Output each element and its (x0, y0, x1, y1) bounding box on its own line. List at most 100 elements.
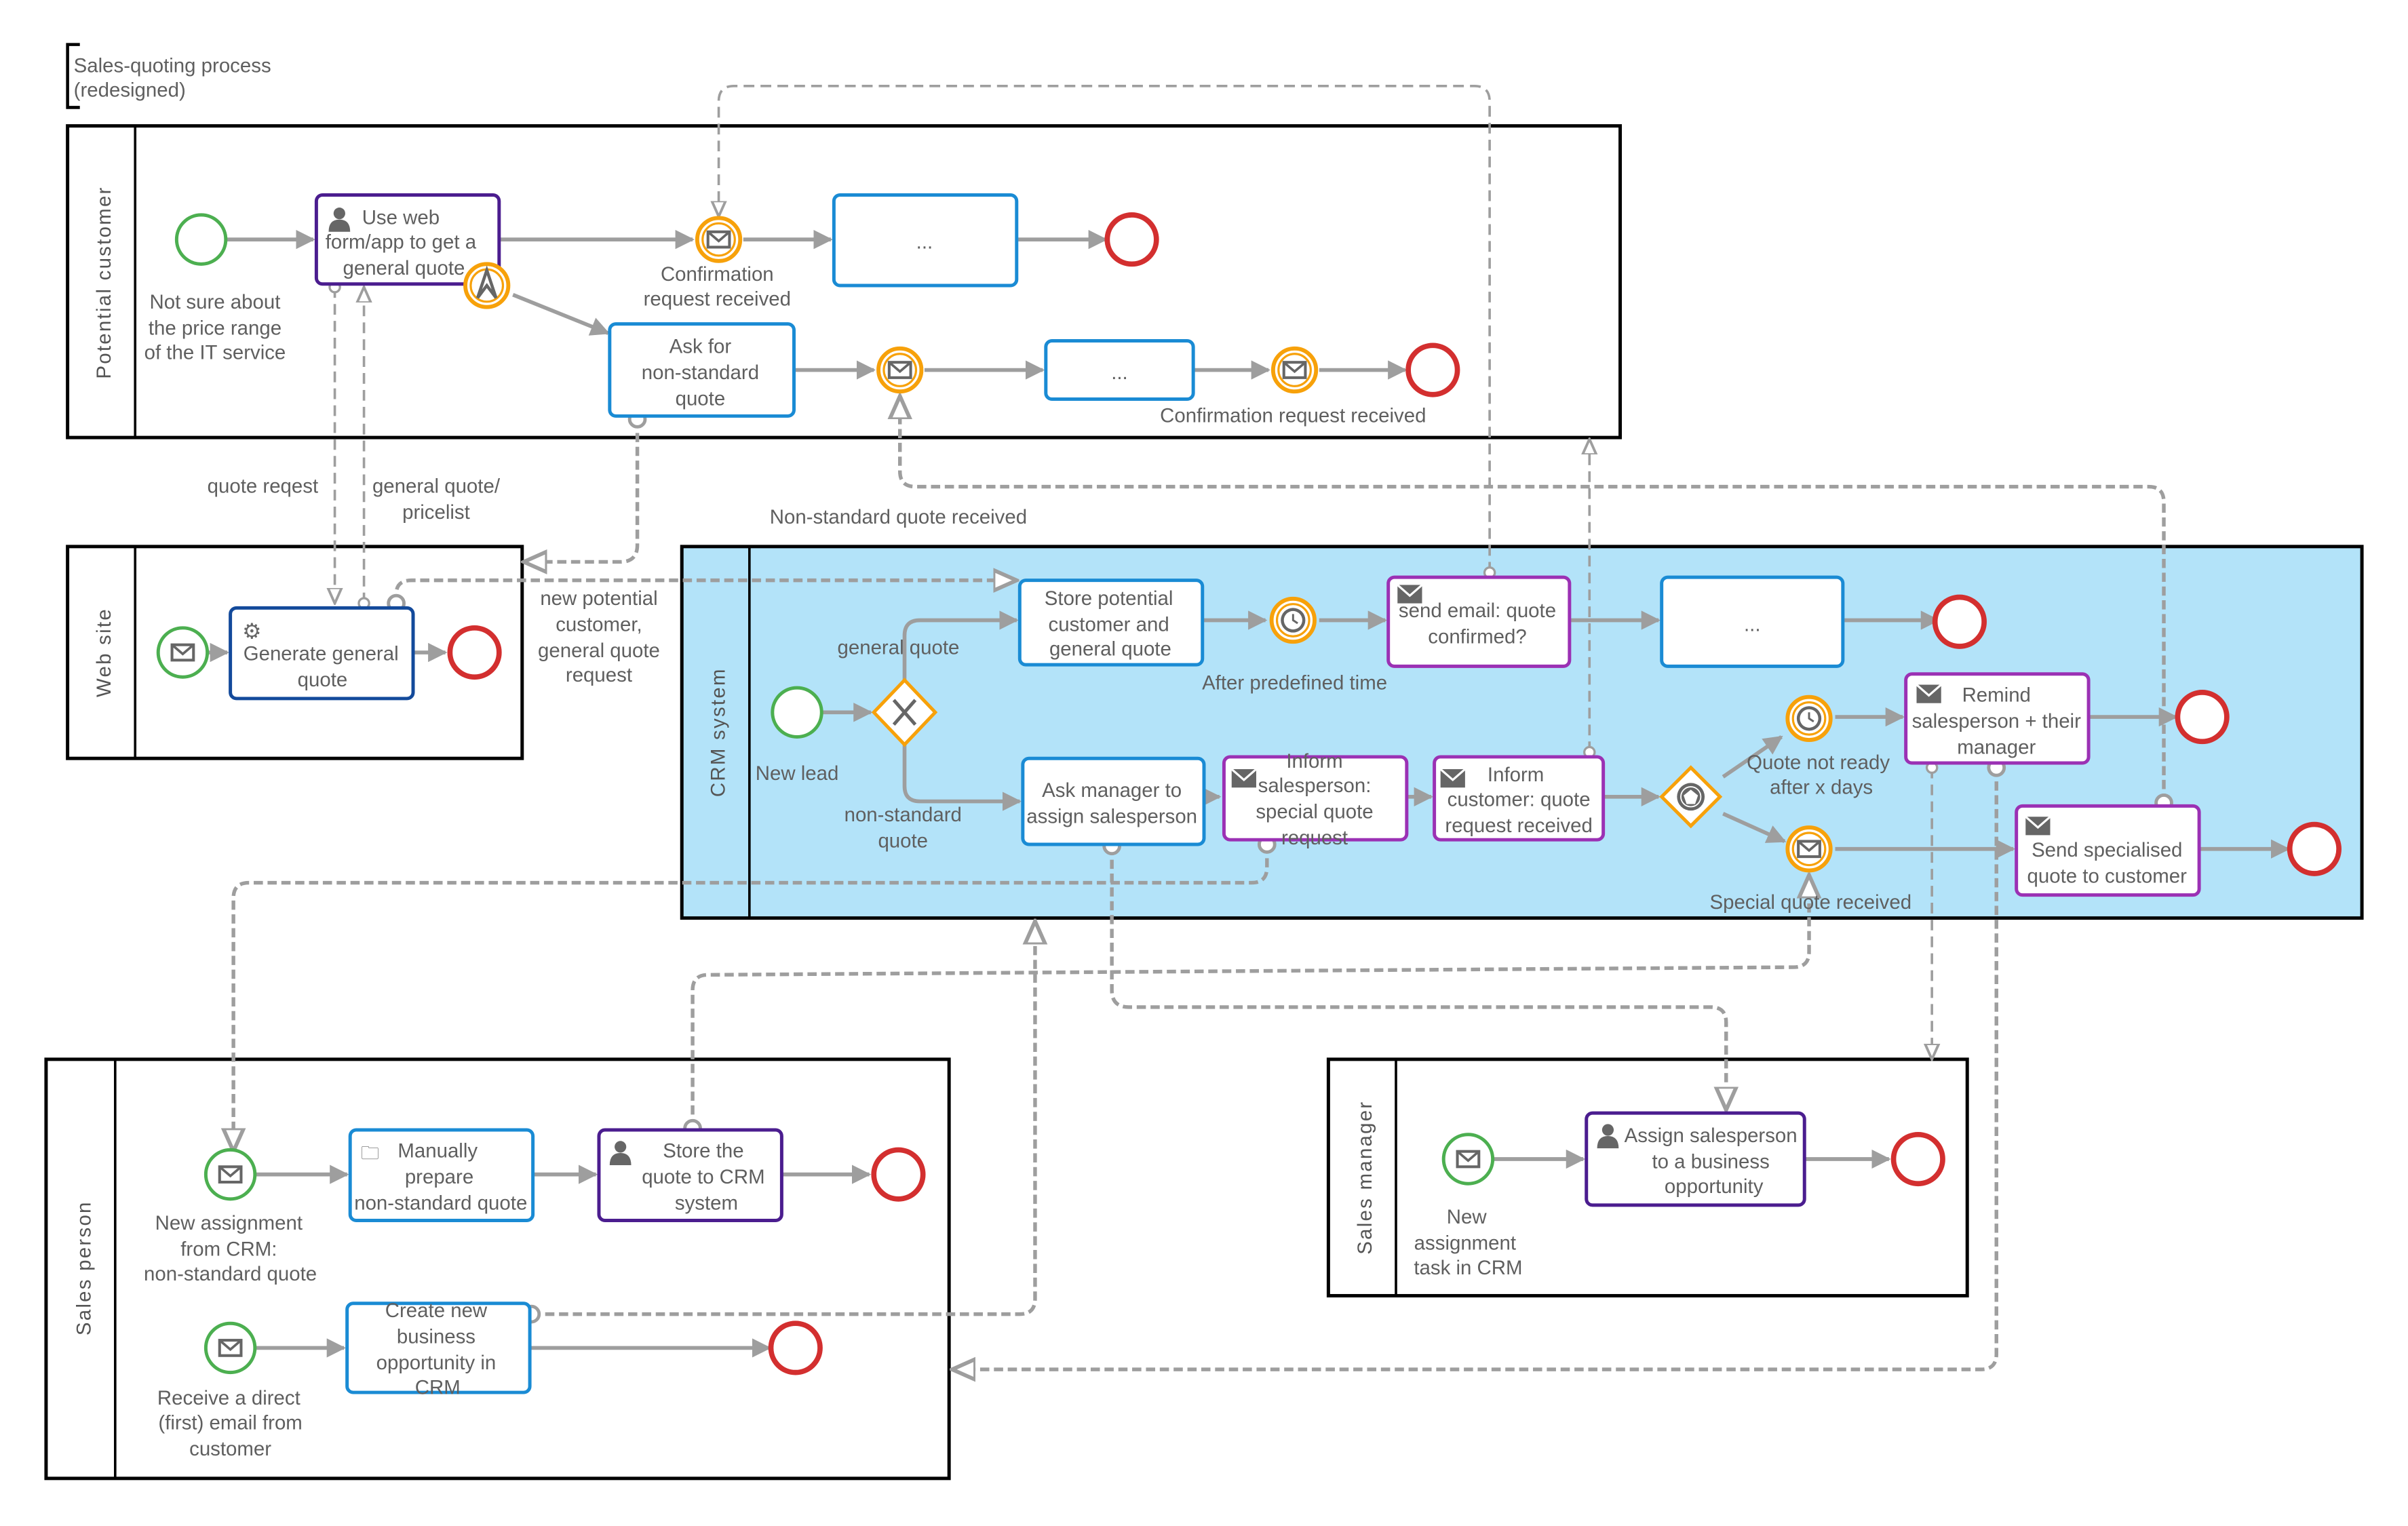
task-label: Store the (663, 1140, 743, 1162)
task-label: form/app to get a (326, 231, 477, 254)
task-label: business (397, 1326, 475, 1348)
end-event-crm-2[interactable] (2175, 690, 2230, 745)
title-line-2: (redesigned) (74, 79, 186, 102)
task-label: salesperson + their (1912, 710, 2082, 732)
task-create-opportunity[interactable]: Create new business opportunity in CRM (345, 1299, 532, 1398)
label-new-customer-3: general quote (538, 640, 660, 662)
title-line-1: Sales-quoting process (74, 54, 271, 77)
task-generate-general-quote[interactable]: ⚙ Generate general quote (229, 606, 415, 701)
task-placeholder-crm[interactable]: ... (1660, 575, 1845, 668)
end-event-manager[interactable] (1890, 1131, 1945, 1187)
pool-label: Potential customer (93, 186, 115, 378)
task-label: Send specialised (2032, 839, 2182, 861)
start-event-new-assignment[interactable] (203, 1148, 257, 1201)
start-event-not-sure[interactable] (174, 213, 228, 266)
event-label: Quote not ready (1747, 751, 1890, 774)
start-label: Not sure about (150, 291, 281, 313)
timer-event-not-ready[interactable] (1785, 694, 1833, 742)
timer-event-predefined[interactable] (1269, 596, 1317, 644)
envelope-icon (1230, 768, 1258, 789)
task-label: assign salesperson (1026, 805, 1197, 827)
clock-icon (1795, 705, 1823, 732)
envelope-icon (220, 1340, 241, 1356)
pool-label: Sales person (73, 1200, 96, 1335)
boundary-escalation-event[interactable] (463, 262, 511, 309)
task-send-specialised-quote[interactable]: Send specialised quote to customer (2015, 804, 2201, 897)
task-store-quote-crm[interactable]: Store the quote to CRM system (597, 1128, 783, 1223)
task-label: Inform (1488, 764, 1544, 786)
envelope-icon (1439, 768, 1467, 789)
task-placeholder-2[interactable]: ... (1044, 339, 1195, 402)
label-quote-request: quote reqest (208, 475, 319, 498)
envelope-icon (1458, 1152, 1479, 1167)
start-label: from CRM: (180, 1238, 277, 1261)
task-label: quote (676, 388, 726, 410)
task-label: general quote (1049, 638, 1171, 661)
event-label: Special quote received (1710, 891, 1912, 914)
task-label: opportunity in (376, 1352, 497, 1374)
envelope-icon (1915, 683, 1943, 705)
task-label: Ask manager to (1042, 779, 1182, 802)
task-label: to a business (1652, 1151, 1769, 1173)
end-event-sales-1[interactable] (871, 1147, 926, 1202)
task-send-email-confirmed[interactable]: send email: quote confirmed? (1386, 575, 1572, 668)
start-event-direct-email[interactable] (203, 1321, 257, 1375)
start-label: (first) email from (158, 1411, 302, 1434)
task-label: send email: quote (1399, 600, 1556, 622)
label-new-customer-2: customer, (556, 613, 642, 635)
start-label: of the IT service (144, 342, 286, 364)
task-store-potential-customer[interactable]: Store potential customer and general quo… (1017, 579, 1205, 667)
task-inform-salesperson[interactable]: Inform salesperson: special quote reques… (1222, 750, 1409, 849)
envelope-icon (2024, 815, 2052, 836)
end-event-crm-3[interactable] (2287, 821, 2342, 876)
task-label: Inform (1286, 750, 1342, 772)
envelope-icon (1284, 362, 1306, 378)
label-general-quote-2: pricelist (402, 501, 470, 524)
task-label: confirmed? (1428, 625, 1526, 648)
envelope-icon (172, 645, 194, 661)
start-label: the price range (149, 317, 281, 339)
start-event-web[interactable] (156, 626, 210, 679)
task-label: request received (1445, 815, 1592, 837)
event-confirmation-received-1[interactable] (695, 216, 743, 263)
end-event-customer-1[interactable] (1104, 212, 1159, 267)
envelope-icon (1798, 841, 1820, 857)
task-label: Manually (397, 1140, 478, 1162)
task-manually-prepare[interactable]: 🗀 Manually prepare non-standard quote (348, 1128, 535, 1223)
msg-flow-ask-nonstandard (524, 419, 638, 562)
task-label: Create new (385, 1299, 488, 1322)
task-label: prepare (405, 1166, 473, 1188)
start-label: task in CRM (1414, 1257, 1522, 1279)
task-label: general quote (343, 257, 465, 279)
end-event-sales-2[interactable] (768, 1320, 823, 1375)
gear-icon: ⚙ (242, 619, 261, 644)
event-confirmation-received-2[interactable] (1270, 346, 1319, 394)
script-icon: 🗀 (361, 1142, 379, 1163)
end-event-crm-1[interactable] (1932, 594, 1987, 649)
task-label: Store potential (1045, 587, 1173, 610)
event-label: after x days (1770, 776, 1873, 798)
pool-label: CRM system (707, 667, 730, 797)
task-label: quote (298, 669, 348, 691)
event-special-quote-received[interactable] (1785, 825, 1833, 873)
task-ask-nonstandard[interactable]: Ask for non-standard quote (608, 322, 796, 418)
envelope-icon (220, 1167, 241, 1182)
start-event-new-assignment-task[interactable] (1441, 1133, 1495, 1186)
task-label: Generate general (244, 642, 399, 665)
label-new-customer-4: request (566, 664, 632, 686)
task-remind-salesperson[interactable]: Remind salesperson + their manager (1904, 672, 2091, 765)
event-label: After predefined time (1202, 671, 1387, 694)
task-ask-manager[interactable]: Ask manager to assign salesperson (1021, 756, 1206, 846)
start-event-new-lead[interactable] (771, 686, 823, 739)
start-label: New assignment (155, 1212, 303, 1234)
branch-label: general quote (838, 636, 960, 659)
task-label: request (1281, 827, 1348, 849)
task-inform-customer[interactable]: Inform customer: quote request received (1433, 755, 1606, 842)
end-event-customer-2[interactable] (1405, 343, 1460, 397)
end-event-web[interactable] (447, 625, 502, 680)
task-assign-salesperson[interactable]: Assign salesperson to a business opportu… (1585, 1111, 1806, 1207)
task-placeholder-1[interactable]: ... (832, 193, 1019, 288)
event-label: request received (644, 288, 791, 310)
start-label: customer (189, 1438, 271, 1460)
event-nonstandard-received[interactable] (876, 346, 924, 394)
